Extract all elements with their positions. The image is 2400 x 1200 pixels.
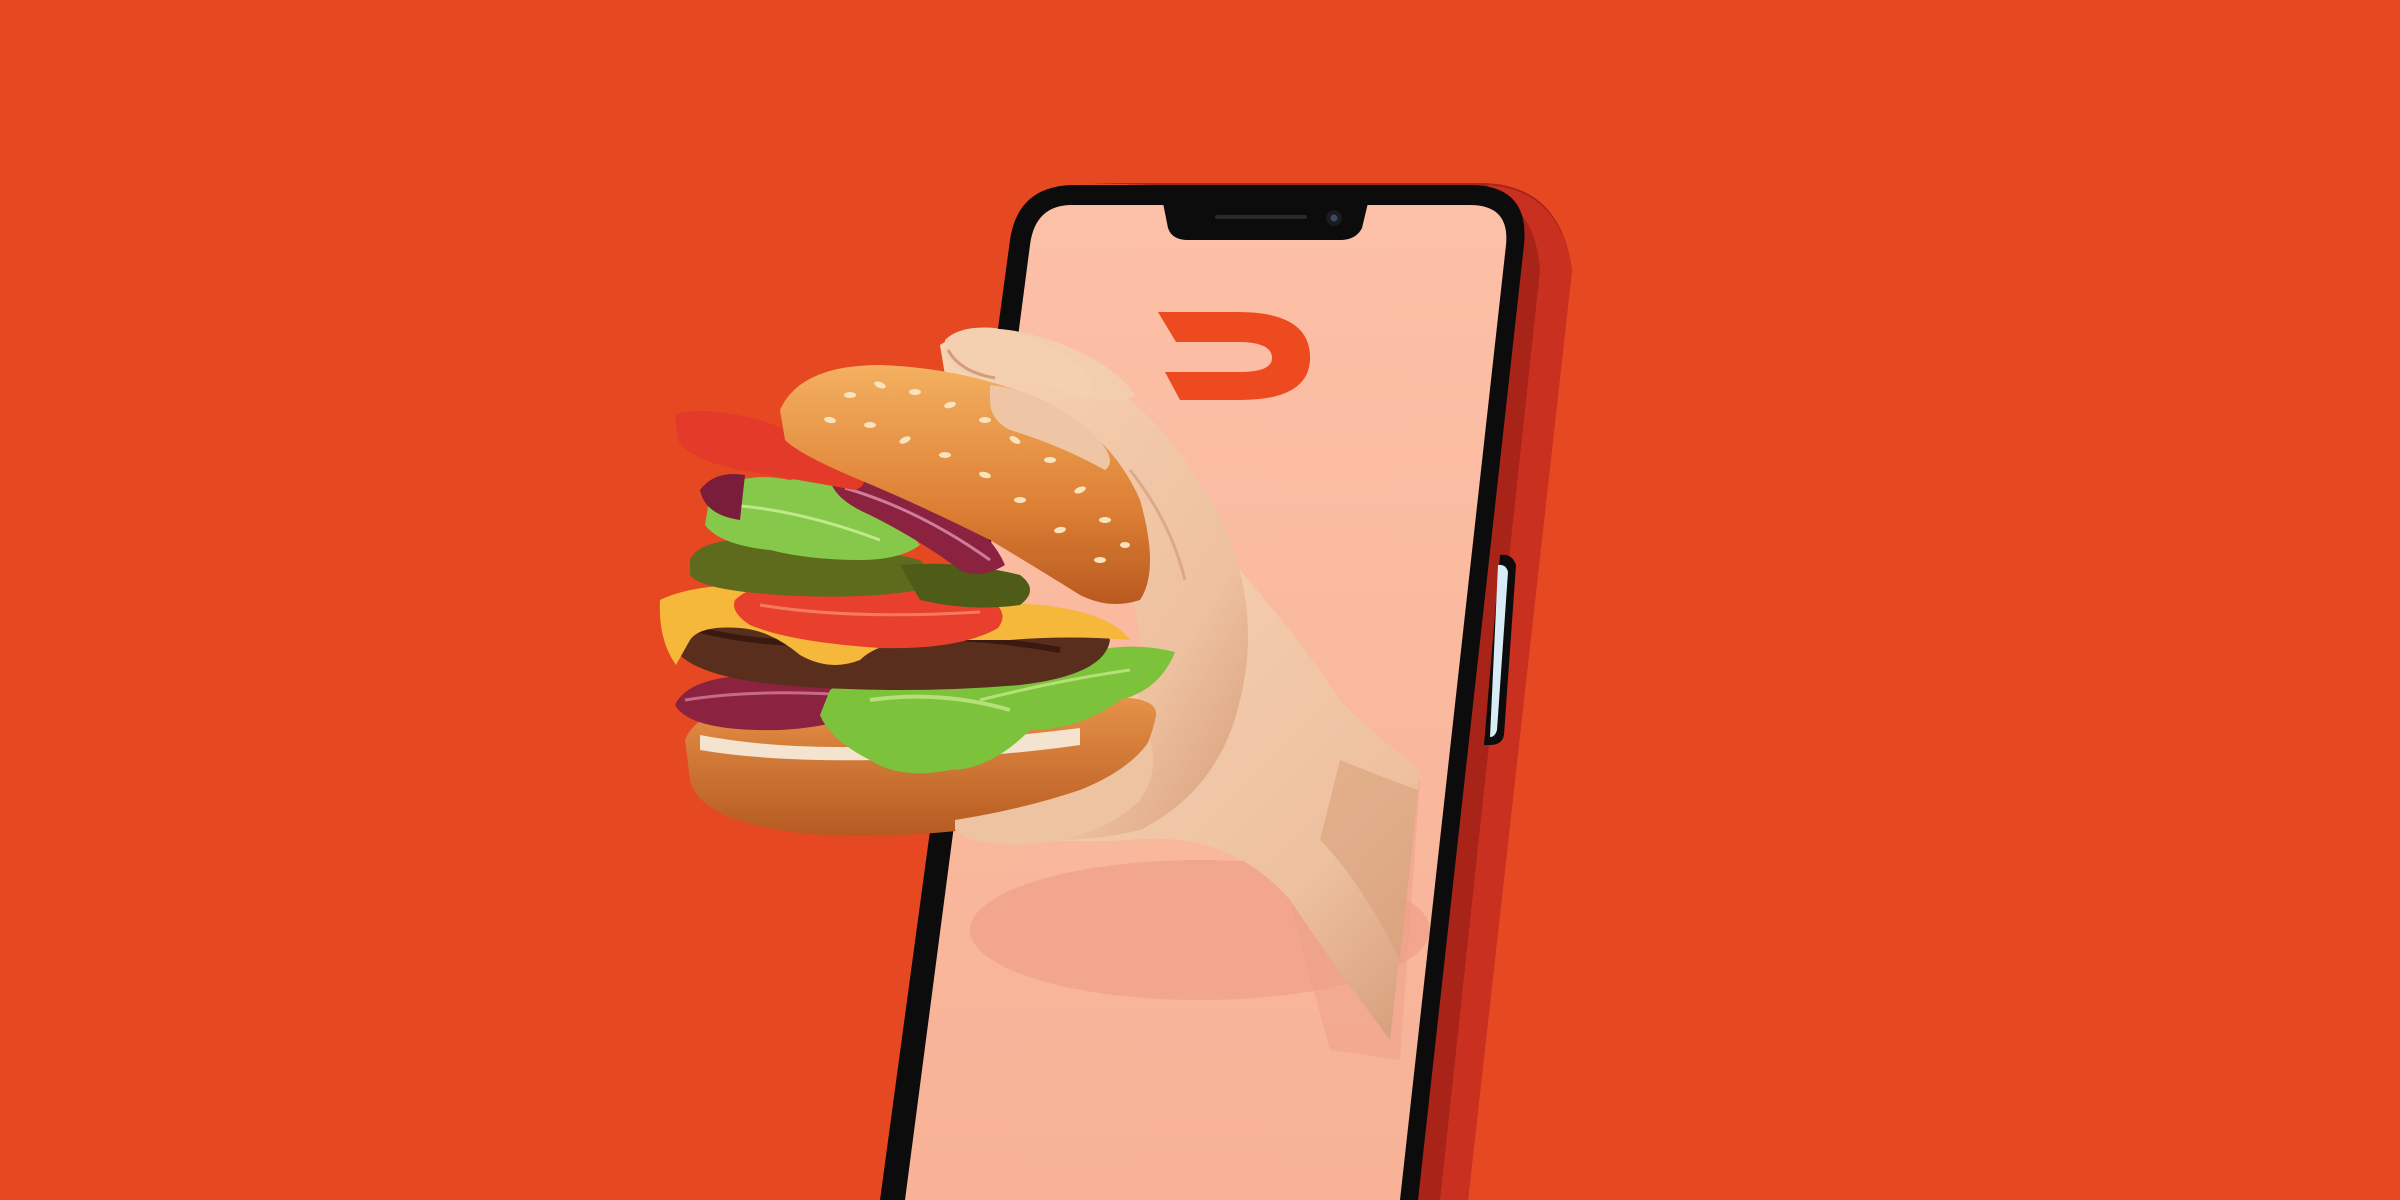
front-camera-icon bbox=[1326, 210, 1342, 226]
phone-speaker bbox=[1215, 215, 1307, 219]
product-illustration bbox=[0, 0, 2400, 1200]
